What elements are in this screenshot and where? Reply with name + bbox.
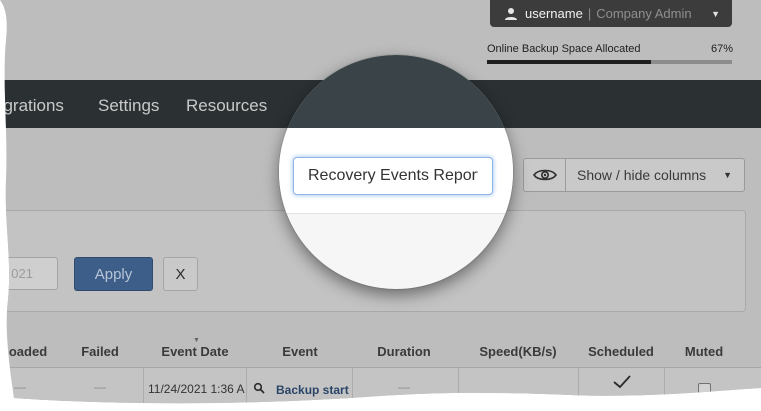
- chevron-down-icon: ▼: [711, 8, 720, 19]
- show-hide-columns-button[interactable]: Show / hide columns ▼: [523, 158, 745, 192]
- column-header-scheduled[interactable]: Scheduled: [588, 344, 654, 359]
- column-header-speed[interactable]: Speed(KB/s): [479, 344, 556, 359]
- account-separator: |: [587, 6, 592, 21]
- event-link-backup-start[interactable]: Backup start: [276, 383, 349, 397]
- cell-duration: —: [398, 380, 410, 394]
- storage-percent: 67%: [710, 43, 733, 55]
- eye-icon-cell: [524, 159, 566, 191]
- magnified-divider: [279, 213, 513, 214]
- chevron-down-icon: ▼: [723, 170, 732, 180]
- end-date-value: 021: [11, 266, 33, 281]
- app-screen: username | Company Admin ▼ Online Backup…: [0, 0, 761, 411]
- mute-checkbox[interactable]: [698, 383, 711, 396]
- sort-desc-icon: ▼: [193, 337, 200, 344]
- table-row: [0, 368, 761, 408]
- report-name-input[interactable]: [293, 157, 493, 195]
- user-icon: [504, 7, 518, 21]
- column-header-muted[interactable]: Muted: [685, 344, 723, 359]
- magnified-navbar: [279, 55, 513, 128]
- column-header-failed[interactable]: Failed: [81, 344, 119, 359]
- apply-filter-button[interactable]: Apply: [74, 257, 153, 291]
- column-header-event[interactable]: Event: [282, 344, 317, 359]
- end-date-input[interactable]: 021: [0, 257, 58, 290]
- cell-divider: [246, 368, 247, 408]
- role-label: Company Admin: [596, 6, 692, 21]
- nav-item-integrations[interactable]: egrations: [0, 96, 64, 116]
- storage-label: Online Backup Space Allocated: [487, 43, 641, 55]
- checkmark-icon: [612, 374, 632, 390]
- username-label: username: [525, 6, 583, 21]
- cell-event-date: 11/24/2021 1:36 A: [148, 382, 245, 396]
- cell-divider: [458, 368, 459, 408]
- storage-usage-label: Online Backup Space Allocated 67%: [487, 43, 733, 55]
- cell-divider: [352, 368, 353, 408]
- clear-filter-button[interactable]: X: [163, 257, 198, 291]
- user-account-dropdown[interactable]: username | Company Admin ▼: [490, 0, 732, 27]
- show-hide-columns-label: Show / hide columns: [577, 167, 707, 183]
- cell-divider: [143, 368, 144, 408]
- cell-failed: —: [94, 380, 106, 394]
- search-icon[interactable]: [253, 382, 265, 394]
- column-header-duration[interactable]: Duration: [377, 344, 430, 359]
- cell-divider: [578, 368, 579, 408]
- cell-divider: [664, 368, 665, 408]
- eye-icon: [533, 168, 557, 182]
- cell-uploaded: —: [14, 380, 26, 394]
- zoom-magnifier: [279, 55, 513, 289]
- column-header-uploaded[interactable]: oaded: [9, 344, 47, 359]
- column-header-event-date[interactable]: Event Date: [161, 344, 228, 359]
- nav-item-settings[interactable]: Settings: [98, 96, 159, 116]
- storage-progress-bar: [487, 60, 732, 64]
- nav-item-resources[interactable]: Resources: [186, 96, 267, 116]
